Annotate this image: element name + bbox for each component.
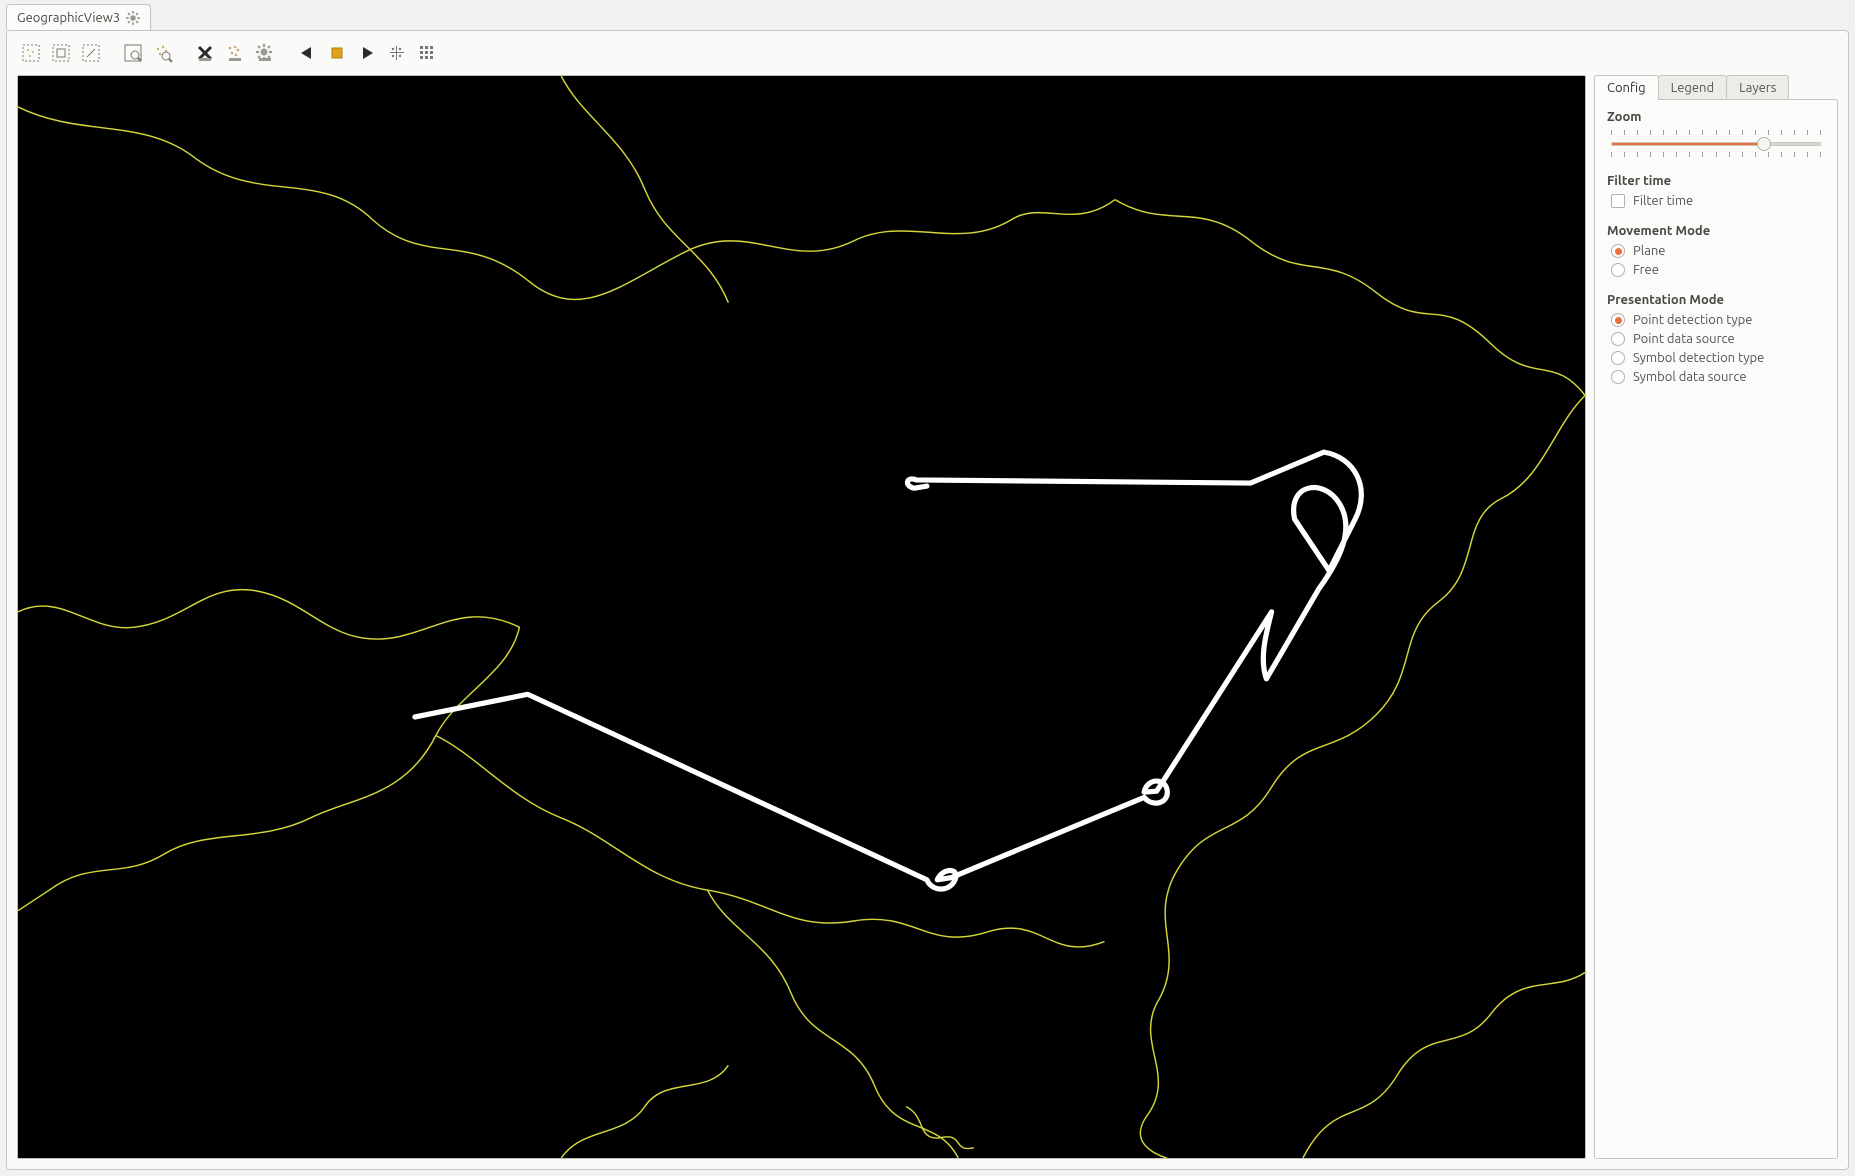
zoom-ticks-bottom	[1611, 152, 1821, 158]
radio-icon	[1611, 351, 1625, 365]
radio-icon	[1611, 332, 1625, 346]
zoom-slider[interactable]	[1611, 130, 1821, 158]
presentation-point-detection[interactable]: Point detection type	[1611, 313, 1825, 327]
radio-label: Symbol detection type	[1633, 351, 1764, 365]
window-tabstrip: GeographicView3	[0, 0, 1855, 30]
presentation-mode-section: Presentation Mode Point detection type P…	[1607, 293, 1825, 384]
radio-label: Plane	[1633, 244, 1666, 258]
presentation-symbol-detection[interactable]: Symbol detection type	[1611, 351, 1825, 365]
zoom-extent-icon[interactable]	[119, 39, 147, 67]
tab-layers[interactable]: Layers	[1726, 75, 1789, 100]
radio-label: Symbol data source	[1633, 370, 1747, 384]
zoom-ticks-top	[1611, 130, 1821, 136]
settings-gear-icon[interactable]	[251, 39, 279, 67]
content-row: Config Legend Layers Zoom Filter time	[7, 75, 1848, 1169]
play-backward-icon[interactable]	[293, 39, 321, 67]
checkbox-icon	[1611, 194, 1625, 208]
presentation-point-data-source[interactable]: Point data source	[1611, 332, 1825, 346]
select-rect-icon[interactable]	[47, 39, 75, 67]
stop-icon[interactable]	[323, 39, 351, 67]
movement-mode-title: Movement Mode	[1607, 224, 1825, 238]
step-icon[interactable]	[383, 39, 411, 67]
tab-config[interactable]: Config	[1594, 75, 1659, 100]
play-forward-icon[interactable]	[353, 39, 381, 67]
movement-mode-section: Movement Mode Plane Free	[1607, 224, 1825, 277]
map-viewport[interactable]	[17, 75, 1586, 1159]
radio-icon	[1611, 244, 1625, 258]
grid-icon[interactable]	[413, 39, 441, 67]
window-tab-label: GeographicView3	[17, 11, 120, 25]
main-panel: Config Legend Layers Zoom Filter time	[6, 30, 1849, 1170]
radio-label: Point detection type	[1633, 313, 1752, 327]
zoom-thumb[interactable]	[1757, 137, 1771, 151]
select-area-icon[interactable]	[17, 39, 45, 67]
radio-icon	[1611, 313, 1625, 327]
tab-legend[interactable]: Legend	[1658, 75, 1727, 100]
map-canvas	[18, 76, 1585, 1158]
side-panel: Config Legend Layers Zoom Filter time	[1594, 75, 1838, 1159]
side-tabs: Config Legend Layers	[1594, 75, 1838, 100]
scatter-zoom-icon[interactable]	[149, 39, 177, 67]
filter-time-title: Filter time	[1607, 174, 1825, 188]
zoom-title: Zoom	[1607, 110, 1825, 124]
zoom-track	[1611, 142, 1821, 146]
radio-label: Point data source	[1633, 332, 1735, 346]
movement-mode-plane[interactable]: Plane	[1611, 244, 1825, 258]
select-marquee-icon[interactable]	[77, 39, 105, 67]
radio-icon	[1611, 263, 1625, 277]
zoom-section: Zoom	[1607, 110, 1825, 158]
movement-mode-free[interactable]: Free	[1611, 263, 1825, 277]
clear-x-icon[interactable]	[191, 39, 219, 67]
filter-points-icon[interactable]	[221, 39, 249, 67]
filter-time-checkbox[interactable]: Filter time	[1611, 194, 1825, 208]
presentation-symbol-data-source[interactable]: Symbol data source	[1611, 370, 1825, 384]
side-body: Zoom Filter time Filter time	[1594, 99, 1838, 1159]
radio-icon	[1611, 370, 1625, 384]
gear-icon	[126, 11, 140, 25]
filter-time-section: Filter time Filter time	[1607, 174, 1825, 208]
filter-time-label: Filter time	[1633, 194, 1693, 208]
radio-label: Free	[1633, 263, 1659, 277]
presentation-mode-title: Presentation Mode	[1607, 293, 1825, 307]
toolbar	[7, 31, 1848, 75]
window-tab-geographicview[interactable]: GeographicView3	[6, 4, 151, 30]
